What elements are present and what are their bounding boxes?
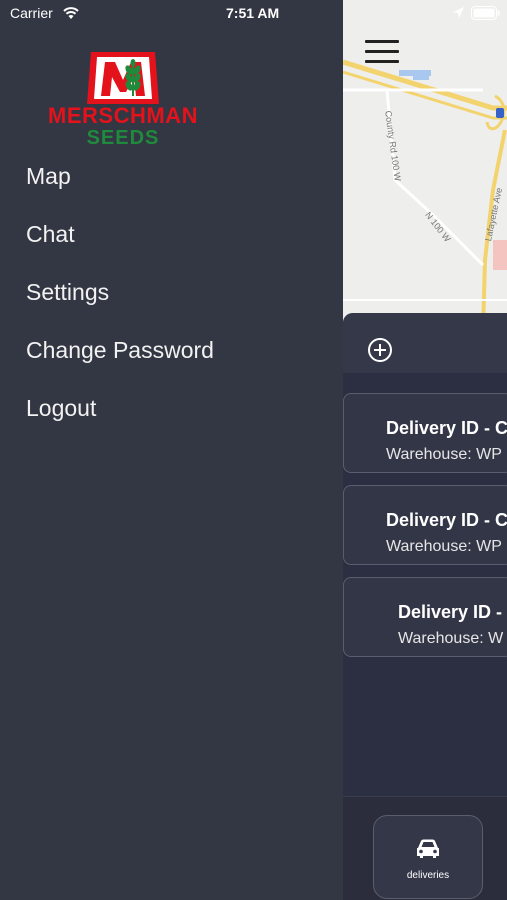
bottom-tab-bar: deliveries bbox=[343, 796, 507, 900]
delivery-card[interactable]: Delivery ID - C Warehouse: WP bbox=[343, 485, 507, 565]
carrier-label: Carrier bbox=[10, 5, 53, 21]
logo-emblem bbox=[87, 52, 159, 104]
delivery-card[interactable]: Delivery ID - C Warehouse: WP bbox=[343, 393, 507, 473]
menu-item-logout[interactable]: Logout bbox=[26, 392, 214, 450]
menu-item-map[interactable]: Map bbox=[26, 160, 214, 218]
map-view[interactable]: County Rd 100 W N 100 W Lafayette Ave bbox=[343, 0, 507, 330]
delivery-card-warehouse: Warehouse: WP bbox=[386, 538, 502, 555]
logo-wordmark: MERSCHMAN bbox=[48, 103, 198, 128]
menu-item-settings[interactable]: Settings bbox=[26, 276, 214, 334]
delivery-card-title: Delivery ID - bbox=[398, 602, 503, 622]
hamburger-icon-line bbox=[365, 50, 399, 53]
delivery-card-title: Delivery ID - C bbox=[386, 510, 507, 530]
menu-item-change-password[interactable]: Change Password bbox=[26, 334, 214, 392]
hamburger-menu-button[interactable] bbox=[365, 40, 399, 66]
side-menu: MERSCHMAN SEEDS Map Chat Settings Change… bbox=[0, 0, 343, 900]
hamburger-icon-line bbox=[365, 60, 399, 63]
add-circle-icon[interactable] bbox=[367, 337, 393, 363]
battery-icon bbox=[471, 6, 500, 20]
delivery-card[interactable]: Delivery ID - Warehouse: W bbox=[343, 577, 507, 657]
menu-item-chat[interactable]: Chat bbox=[26, 218, 214, 276]
menu-list: Map Chat Settings Change Password Logout bbox=[26, 160, 214, 450]
merschman-seeds-logo: MERSCHMAN SEEDS bbox=[25, 48, 221, 152]
wifi-icon bbox=[63, 7, 79, 19]
clock: 7:51 AM bbox=[226, 5, 280, 21]
delivery-card-title: Delivery ID - C bbox=[386, 418, 507, 438]
status-bar: Carrier 7:51 AM bbox=[0, 0, 507, 28]
delivery-card-warehouse: Warehouse: W bbox=[398, 630, 504, 647]
delivery-card-warehouse: Warehouse: WP bbox=[386, 446, 502, 463]
hamburger-icon-line bbox=[365, 40, 399, 43]
main-panel: County Rd 100 W N 100 W Lafayette Ave De… bbox=[343, 0, 507, 900]
tab-deliveries-label: deliveries bbox=[406, 870, 450, 881]
car-icon bbox=[417, 839, 439, 858]
tab-deliveries[interactable]: deliveries bbox=[373, 815, 483, 899]
sheet-header bbox=[343, 313, 507, 373]
location-arrow-icon bbox=[453, 7, 464, 18]
logo-subtitle: SEEDS bbox=[86, 127, 160, 149]
